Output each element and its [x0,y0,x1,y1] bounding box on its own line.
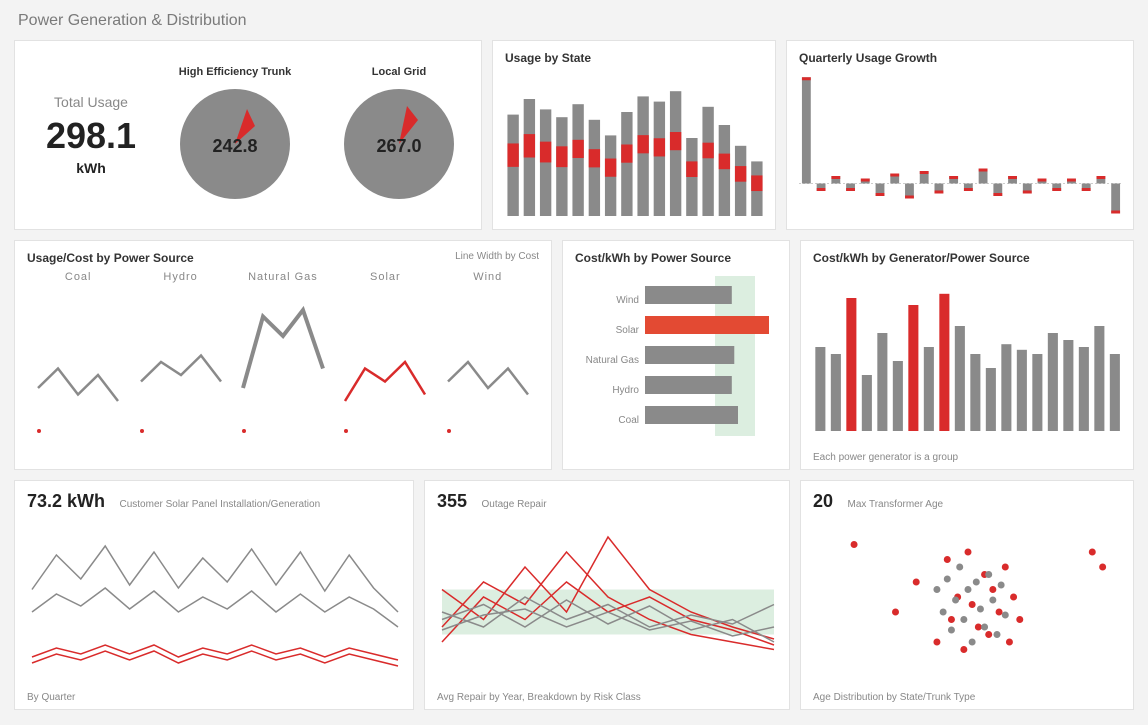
source-column: Wind [443,271,533,442]
sparkline[interactable] [33,287,123,437]
chart-footer: Each power generator is a group [813,452,958,463]
dial-high-efficiency: High Efficiency Trunk 242.8 [165,66,305,204]
chart-title: Cost/kWh by Generator/Power Source [813,251,1121,265]
dial-label: Local Grid [329,66,469,78]
svg-text:Coal: Coal [618,415,639,426]
kpi-value: 355 [437,491,467,512]
kpi-value: 20 [813,491,833,512]
card-customer-solar: 73.2 kWh Customer Solar Panel Installati… [14,480,414,710]
chart-title: Usage by State [505,51,763,65]
chart-subtitle: Line Width by Cost [455,251,539,262]
gauge-icon: 267.0 [339,84,459,204]
source-label: Hydro [136,271,226,283]
kpi-value: 298.1 [27,118,155,154]
card-total-usage: Total Usage 298.1 kWh High Efficiency Tr… [14,40,482,230]
line-chart[interactable] [27,512,403,682]
sparkline[interactable] [136,287,226,437]
source-column: Coal [33,271,123,442]
source-label: Natural Gas [238,271,328,283]
bar-chart[interactable]: Wind Solar Natural Gas Hydro Coal [575,271,779,451]
page-title: Power Generation & Distribution [18,12,1134,30]
chart-title: Customer Solar Panel Installation/Genera… [119,499,320,510]
card-cost-kwh-source: Cost/kWh by Power Source Wind Solar Natura… [562,240,790,470]
card-usage-cost-source: Usage/Cost by Power Source Line Width by… [14,240,552,470]
source-column: Solar [340,271,430,442]
gauge-icon: 242.8 [175,84,295,204]
chart-footer: Avg Repair by Year, Breakdown by Risk Cl… [437,692,641,703]
bar-chart[interactable] [813,271,1123,441]
dial-label: High Efficiency Trunk [165,66,305,78]
svg-text:Hydro: Hydro [612,385,639,396]
source-column: Hydro [136,271,226,442]
svg-text:Natural Gas: Natural Gas [586,355,639,366]
kpi-value: 73.2 kWh [27,491,105,512]
card-outage-repair: 355 Outage Repair Avg Repair by Year, Br… [424,480,790,710]
svg-text:Wind: Wind [616,295,639,306]
chart-title: Outage Repair [482,499,547,510]
sparkline[interactable] [238,287,328,437]
sparkline[interactable] [340,287,430,437]
svg-text:Solar: Solar [616,325,640,336]
bar-chart[interactable] [505,71,765,221]
kpi-label: Total Usage [27,94,155,110]
scatter-chart[interactable] [813,512,1123,682]
chart-footer: Age Distribution by State/Trunk Type [813,692,975,703]
chart-footer: By Quarter [27,692,75,703]
svg-text:242.8: 242.8 [212,136,257,156]
kpi-unit: kWh [27,160,155,176]
source-label: Coal [33,271,123,283]
sparkline[interactable] [443,287,533,437]
source-label: Wind [443,271,533,283]
source-label: Solar [340,271,430,283]
card-transformer-age: 20 Max Transformer Age Age Distribution … [800,480,1134,710]
chart-title: Max Transformer Age [847,499,943,510]
card-cost-kwh-generator: Cost/kWh by Generator/Power Source Each … [800,240,1134,470]
source-column: Natural Gas [238,271,328,442]
chart-title: Cost/kWh by Power Source [575,251,777,265]
svg-text:267.0: 267.0 [376,136,421,156]
card-quarterly-growth: Quarterly Usage Growth [786,40,1134,230]
dial-local-grid: Local Grid 267.0 [329,66,469,204]
card-usage-by-state: Usage by State [492,40,776,230]
bar-chart[interactable] [799,71,1123,221]
chart-title: Quarterly Usage Growth [799,51,1121,65]
line-chart[interactable] [437,512,779,682]
